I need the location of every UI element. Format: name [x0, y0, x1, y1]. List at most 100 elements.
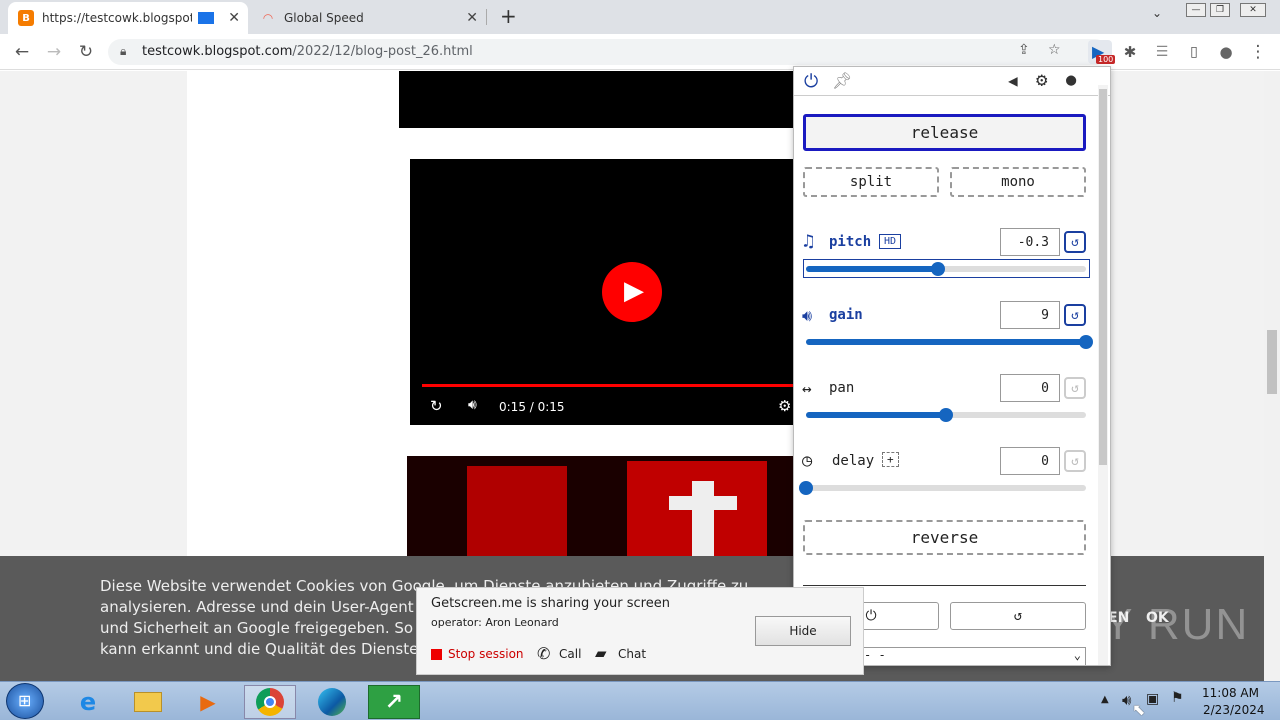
reload-icon[interactable]: ↻: [74, 40, 98, 64]
extension-badge: 100: [1096, 55, 1116, 64]
profile-icon[interactable]: ●: [1214, 40, 1238, 64]
media-player-icon: ▶: [200, 690, 216, 714]
url-text: testcowk.blogspot.com/2022/12/blog-post_…: [142, 44, 473, 59]
settings-gear-icon[interactable]: ⚙: [778, 397, 791, 415]
page-scrollbar-thumb[interactable]: [1267, 330, 1277, 394]
mouse-cursor-icon: ⬉: [1132, 700, 1146, 719]
reading-list-icon[interactable]: ☰: [1150, 40, 1174, 64]
youtube-player[interactable]: ▶ ↻ 🔊︎ 0:15 / 0:15 ⚙: [410, 159, 822, 425]
video-progress-bar[interactable]: [422, 384, 822, 387]
delay-slider[interactable]: [799, 481, 1086, 495]
split-button[interactable]: split: [803, 167, 939, 197]
slider-fill: [806, 266, 938, 272]
delay-add-button[interactable]: +: [882, 452, 899, 467]
bookmark-star-icon[interactable]: ☆: [1048, 42, 1061, 58]
tab-blogspot[interactable]: B https://testcowk.blogspot.co ✕: [8, 2, 248, 34]
url-path: /2022/12/blog-post_26.html: [292, 44, 473, 59]
back-arrow-icon[interactable]: ◀: [1008, 71, 1018, 90]
start-button[interactable]: ⊞: [6, 683, 44, 719]
power-icon: ⏻: [865, 608, 877, 624]
pan-slider[interactable]: [806, 408, 1086, 422]
play-button[interactable]: ▶: [602, 262, 662, 322]
new-tab-button[interactable]: +: [500, 4, 517, 28]
github-icon[interactable]: ●: [1066, 70, 1076, 90]
slider-knob[interactable]: [799, 481, 813, 495]
close-window-button[interactable]: ✕: [1240, 3, 1266, 17]
slider-knob[interactable]: [930, 262, 945, 276]
settings-gear-icon[interactable]: ⚙: [1036, 69, 1047, 91]
popup-scrollbar-thumb[interactable]: [1099, 89, 1107, 465]
call-button[interactable]: Call: [559, 647, 581, 661]
url-host: testcowk.blogspot.com: [142, 44, 293, 59]
slider-fill: [806, 339, 1086, 345]
share-title: Getscreen.me is sharing your screen: [431, 596, 670, 611]
tab-global-speed[interactable]: ◠ Global Speed ✕: [250, 2, 486, 34]
taskbar-edge-icon[interactable]: [306, 685, 358, 719]
hd-badge[interactable]: HD: [879, 234, 902, 249]
taskbar-chrome-icon[interactable]: [244, 685, 296, 719]
ie-icon: e: [79, 688, 97, 716]
extensions-puzzle-icon[interactable]: ✱: [1118, 40, 1142, 64]
delay-reset-icon[interactable]: ↺: [1064, 450, 1086, 472]
pitch-label: pitch: [829, 234, 872, 250]
minimize-button[interactable]: —: [1186, 3, 1206, 17]
gain-slider[interactable]: [806, 335, 1093, 349]
browser-toolbar: ← → ↻ 🔒︎ testcowk.blogspot.com/2022/12/b…: [0, 34, 1280, 70]
slider-track[interactable]: [806, 485, 1086, 491]
global-speed-popup: ⏻ 📌︎ ◀ ⚙ ● release split mono ♫ pitch HD…: [793, 66, 1111, 666]
clock-time[interactable]: 11:08 AM: [1202, 686, 1259, 700]
address-bar[interactable]: 🔒︎ testcowk.blogspot.com/2022/12/blog-po…: [108, 39, 1108, 65]
mono-button[interactable]: mono: [950, 167, 1086, 197]
pitch-value-input[interactable]: -0.3: [1000, 228, 1060, 256]
taskbar-explorer-icon[interactable]: [122, 685, 174, 719]
reset-icon: ↺: [1013, 608, 1023, 624]
clock-date[interactable]: 2/23/2024: [1203, 703, 1265, 717]
chat-button[interactable]: Chat: [618, 647, 646, 661]
back-icon[interactable]: ←: [10, 40, 34, 64]
release-button[interactable]: release: [803, 114, 1086, 151]
close-tab-icon[interactable]: ✕: [466, 10, 478, 26]
network-tray-icon[interactable]: ▣: [1146, 691, 1159, 707]
pitch-reset-icon[interactable]: ↺: [1064, 231, 1086, 253]
play-icon: ▶: [624, 276, 644, 306]
gain-reset-icon[interactable]: ↺: [1064, 304, 1086, 326]
lock-icon: 🔒︎: [120, 44, 127, 58]
windows-taskbar: ⊞ e ▶ ↗ ▲ 🔊︎ ▣ ⚑ 11:08 AM 2/23/2024 ⬉: [0, 681, 1280, 720]
replay-icon[interactable]: ↻: [430, 397, 443, 415]
hide-button[interactable]: Hide: [755, 616, 851, 646]
slider-knob[interactable]: [1079, 335, 1093, 349]
power-icon[interactable]: ⏻: [804, 71, 818, 92]
share-icon[interactable]: ⇪: [1018, 42, 1030, 58]
taskbar-ie-icon[interactable]: e: [62, 685, 114, 719]
pin-icon[interactable]: 📌︎: [832, 71, 852, 90]
popup-reset-button[interactable]: ↺: [950, 602, 1086, 630]
show-hidden-icons-icon[interactable]: ▲: [1101, 694, 1109, 705]
reverse-button[interactable]: reverse: [803, 520, 1086, 555]
forward-icon[interactable]: →: [42, 40, 66, 64]
gain-value-input[interactable]: 9: [1000, 301, 1060, 329]
edge-icon: [318, 688, 346, 716]
video-time: 0:15 / 0:15: [499, 400, 565, 414]
screen-share-icon: [198, 12, 214, 24]
tab-title: Global Speed: [284, 11, 364, 25]
side-panel-icon[interactable]: ▯: [1182, 40, 1206, 64]
slider-knob[interactable]: [939, 408, 953, 422]
taskbar-media-player-icon[interactable]: ▶: [182, 685, 234, 719]
taskbar-getscreen-icon[interactable]: ↗: [368, 685, 420, 719]
delay-value-input[interactable]: 0: [1000, 447, 1060, 475]
maximize-button[interactable]: ❐: [1210, 3, 1230, 17]
pitch-slider[interactable]: [806, 262, 1086, 276]
video-thumbnail[interactable]: [407, 456, 807, 556]
menu-kebab-icon[interactable]: ⋮: [1246, 40, 1270, 64]
tab-search-icon[interactable]: ⌄: [1152, 6, 1162, 20]
pan-reset-icon[interactable]: ↺: [1064, 377, 1086, 399]
stop-session-button[interactable]: Stop session: [448, 647, 524, 661]
pan-value-input[interactable]: 0: [1000, 374, 1060, 402]
close-tab-icon[interactable]: ✕: [228, 10, 240, 26]
action-center-flag-icon[interactable]: ⚑: [1171, 690, 1184, 706]
global-speed-icon: ◠: [263, 11, 273, 25]
video-top-embed[interactable]: [399, 71, 819, 128]
volume-icon[interactable]: 🔊︎: [468, 397, 477, 413]
global-speed-extension-button[interactable]: ▶ 100: [1088, 40, 1116, 64]
volume-tray-icon[interactable]: 🔊︎: [1122, 691, 1131, 709]
